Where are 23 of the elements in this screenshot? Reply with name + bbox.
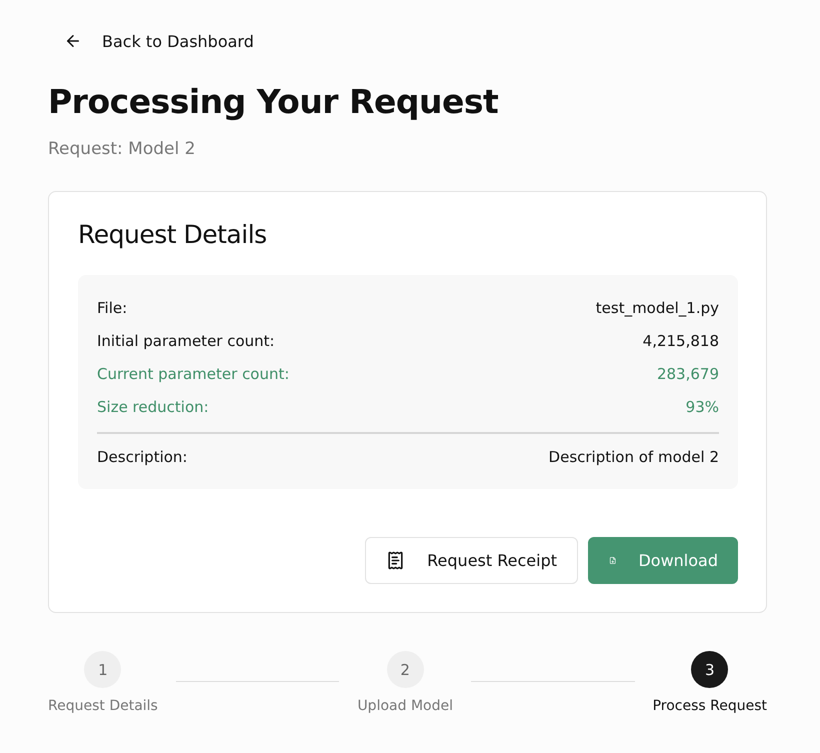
detail-value: 93% [686,398,719,416]
detail-label: File: [97,298,128,316]
step-number: 1 [84,651,122,688]
detail-value: Description of model 2 [548,448,719,466]
receipt-icon [386,551,406,570]
back-link[interactable]: Back to Dashboard [64,26,767,56]
step-number: 2 [386,651,424,688]
detail-label: Initial parameter count: [97,332,275,350]
page-subtitle: Request: Model 2 [48,139,196,159]
page-title: Processing Your Request [48,82,500,121]
detail-value: 4,215,818 [642,332,719,350]
receipt-button[interactable]: Request Receipt [365,537,578,584]
detail-value: 283,679 [656,364,719,382]
detail-value: test_model_1.py [596,298,719,316]
card-title: Request Details [78,220,268,249]
download-button[interactable]: Download [588,537,738,584]
step-label: Request Details [48,698,158,714]
step-label: Upload Model [357,698,453,714]
step-number: 3 [691,651,728,688]
detail-label: Current parameter count: [97,364,290,382]
step-label: Process Request [652,698,767,714]
detail-label: Size reduction: [97,398,209,416]
detail-label: Description: [97,448,188,466]
